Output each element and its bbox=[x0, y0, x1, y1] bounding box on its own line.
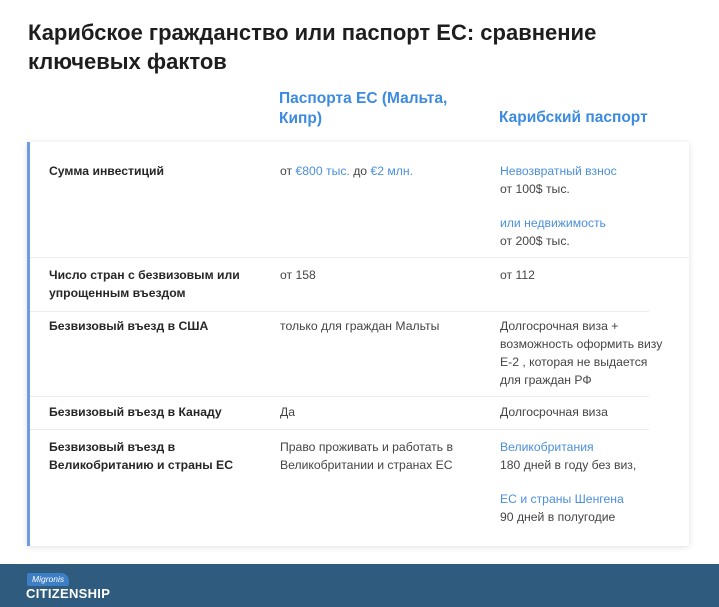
row-label: Число стран с безвизовым или упрощенным … bbox=[49, 268, 240, 300]
eu-value: Да bbox=[280, 405, 296, 419]
carib-schengen-label: ЕС и страны Шенгена bbox=[500, 492, 624, 506]
column-header-eu: Паспорта ЕС (Мальта, Кипр) bbox=[279, 90, 448, 127]
row-label: Сумма инвестиций bbox=[49, 164, 164, 178]
comparison-table: Сумма инвестиций от €800 тыс. до €2 млн.… bbox=[27, 142, 689, 546]
eu-value: от €800 тыс. до €2 млн. bbox=[280, 162, 485, 180]
eu-value: только для граждан Мальты bbox=[280, 319, 440, 333]
table-row: Безвизовый въезд в Канаду Да Долгосрочна… bbox=[30, 397, 689, 430]
carib-value: Невозвратный взнос от 100$ тыс. или недв… bbox=[500, 162, 675, 250]
brand-logo: CITIZENSHIP bbox=[26, 586, 111, 601]
table-row: Сумма инвестиций от €800 тыс. до €2 млн.… bbox=[30, 142, 689, 258]
row-label: Безвизовый въезд в Великобританию и стра… bbox=[49, 440, 233, 472]
carib-option-fee: Невозвратный взнос bbox=[500, 164, 617, 178]
carib-uk-label: Великобритания bbox=[500, 440, 594, 454]
table-row: Безвизовый въезд в Великобританию и стра… bbox=[30, 430, 689, 546]
row-label: Безвизовый въезд в Канаду bbox=[49, 405, 222, 419]
carib-fee-amount: от 100$ тыс. bbox=[500, 182, 570, 196]
carib-realty-amount: от 200$ тыс. bbox=[500, 234, 570, 248]
carib-uk-terms: 180 дней в году без виз, bbox=[500, 458, 637, 472]
eu-text-mid: до bbox=[349, 164, 371, 178]
column-header-caribbean: Карибский паспорт bbox=[499, 109, 648, 126]
eu-text-prefix: от bbox=[280, 164, 296, 178]
carib-value: Великобритания 180 дней в году без виз, … bbox=[500, 438, 675, 526]
carib-value: Долгосрочная виза bbox=[500, 405, 608, 419]
page-title: Карибское гражданство или паспорт ЕС: ср… bbox=[28, 20, 597, 74]
row-label: Безвизовый въезд в США bbox=[49, 319, 209, 333]
table-row: Безвизовый въезд в США только для гражда… bbox=[30, 312, 689, 397]
brand-logo-tag: Migronis bbox=[27, 573, 70, 586]
table-row: Число стран с безвизовым или упрощенным … bbox=[30, 258, 689, 312]
carib-option-realty: или недвижимость bbox=[500, 216, 606, 230]
eu-amount-min: €800 тыс. bbox=[295, 164, 350, 178]
carib-schengen-terms: 90 дней в полугодие bbox=[500, 510, 616, 524]
footer-bar: Migronis CITIZENSHIP bbox=[0, 564, 719, 607]
carib-value: от 112 bbox=[500, 268, 535, 282]
carib-value: Долгосрочная виза + возможность оформить… bbox=[500, 319, 663, 387]
eu-amount-max: €2 млн. bbox=[370, 164, 414, 178]
eu-value: от 158 bbox=[280, 268, 316, 282]
eu-value: Право проживать и работать в Великобрита… bbox=[280, 440, 453, 472]
